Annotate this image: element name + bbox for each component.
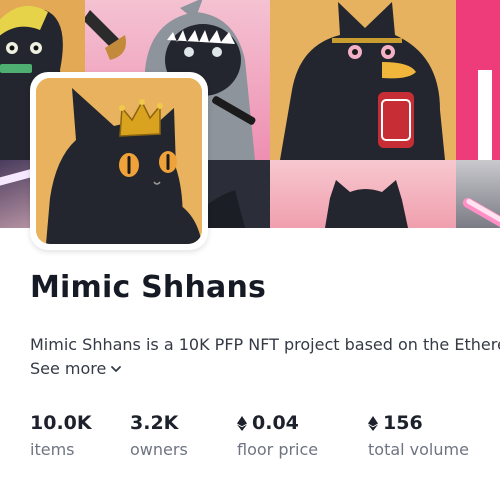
stat-total-volume-label: total volume — [368, 440, 469, 459]
stat-owners-value: 3.2K — [130, 412, 179, 434]
avatar-crowned-cat-image — [36, 78, 202, 244]
stat-floor-price: 0.04 floor price — [237, 412, 318, 459]
stat-items: 10.0K items — [30, 412, 92, 459]
stat-value: 156 — [368, 412, 469, 434]
stat-owners: 3.2K owners — [130, 412, 188, 459]
ethereum-icon — [368, 415, 378, 431]
banner-tile-duck-bill-cat — [270, 0, 456, 160]
stat-value: 0.04 — [237, 412, 318, 434]
stat-total-volume: 156 total volume — [368, 412, 469, 459]
see-more-button[interactable]: See more — [30, 359, 122, 378]
chevron-down-icon — [111, 365, 122, 372]
stat-value: 10.0K — [30, 412, 92, 434]
banner-tile-pink-cat — [270, 160, 456, 228]
collection-title: Mimic Shhans — [30, 270, 267, 305]
ethereum-icon — [237, 415, 247, 431]
banner-tile-pink — [456, 0, 500, 160]
collection-avatar[interactable] — [30, 72, 208, 250]
stat-owners-label: owners — [130, 440, 188, 459]
see-more-label: See more — [30, 359, 107, 378]
stat-items-label: items — [30, 440, 75, 459]
stat-value: 3.2K — [130, 412, 188, 434]
collection-description: Mimic Shhans is a 10K PFP NFT project ba… — [30, 335, 500, 354]
stat-items-value: 10.0K — [30, 412, 92, 434]
stat-floor-price-value: 0.04 — [252, 412, 299, 434]
stat-floor-price-label: floor price — [237, 440, 319, 459]
stat-total-volume-value: 156 — [383, 412, 423, 434]
banner-tile-lightsaber — [456, 160, 500, 228]
